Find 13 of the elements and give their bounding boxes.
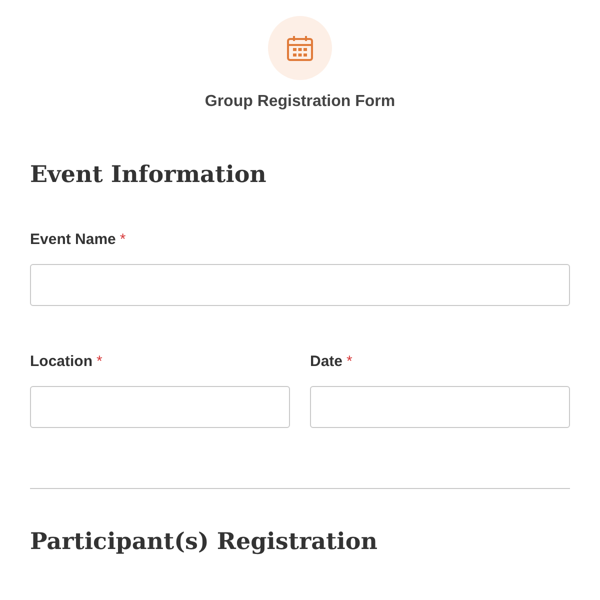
section-heading: Participant(s) Registration	[30, 527, 378, 557]
field-label: Location	[30, 353, 92, 370]
section-heading: Event Information	[30, 160, 268, 190]
field-label: Date	[310, 353, 343, 370]
input-field[interactable]	[30, 386, 290, 428]
calendar-icon	[285, 33, 315, 63]
form-title: Group Registration Form	[204, 92, 396, 112]
input-field[interactable]	[30, 264, 570, 306]
required-mark: *	[120, 231, 126, 248]
required-mark: *	[96, 353, 102, 370]
field-label: Event Name	[30, 231, 116, 248]
input-field[interactable]	[310, 386, 570, 428]
required-mark: *	[346, 353, 352, 370]
